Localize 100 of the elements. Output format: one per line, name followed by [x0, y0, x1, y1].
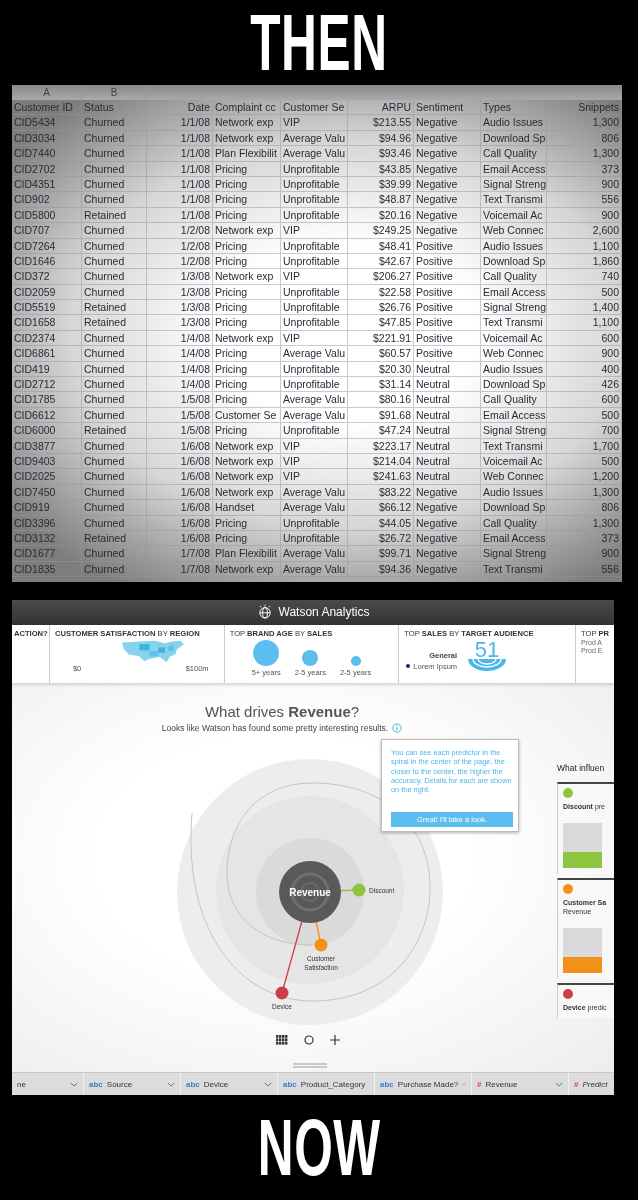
column-tab[interactable]: abc Purchase Made?	[375, 1073, 472, 1095]
column-tab[interactable]: # Revenue	[472, 1073, 569, 1095]
column-name: Predict	[582, 1079, 609, 1089]
table-cell: Neutral	[414, 392, 481, 407]
table-cell: Neutral	[414, 407, 481, 423]
table-cell: VIP	[281, 330, 348, 346]
table-cell: 1/6/08	[147, 438, 213, 453]
circle-icon[interactable]	[304, 1034, 314, 1045]
table-cell: Pricing	[213, 161, 281, 176]
table-cell: 900	[547, 207, 622, 223]
table-cell: 700	[547, 423, 622, 438]
table-cell: Average Valu	[281, 484, 348, 500]
drag-handle-icon[interactable]	[293, 1062, 327, 1068]
table-cell: Churned	[82, 500, 147, 515]
table-cell: CID372	[12, 269, 82, 284]
predictor-node[interactable]	[314, 938, 328, 952]
table-cell: 1/3/08	[147, 300, 213, 315]
table-cell: CID6000	[12, 423, 82, 438]
table-cell: 1/2/08	[147, 238, 213, 253]
table-cell: Churned	[82, 438, 147, 453]
column-tab[interactable]: abc Device	[181, 1073, 278, 1095]
table-cell: Text Transmi	[481, 192, 547, 207]
table-cell: Churned	[82, 115, 147, 130]
table-cell: CID707	[12, 223, 82, 238]
table-cell: Download Sp	[481, 500, 547, 515]
table-cell: 426	[547, 377, 622, 392]
caret-icon[interactable]	[264, 1081, 272, 1087]
caret-icon[interactable]	[555, 1081, 563, 1087]
table-cell: 900	[547, 176, 622, 192]
table-cell: Churned	[82, 269, 147, 284]
table-cell: Retained	[82, 300, 147, 315]
table-cell: VIP	[281, 269, 348, 284]
table-cell: CID2702	[12, 161, 82, 176]
table-cell: Pricing	[213, 176, 281, 192]
table-cell: Negative	[414, 115, 481, 130]
caret-icon[interactable]	[167, 1081, 175, 1087]
table-cell: Positive	[414, 253, 481, 269]
table-cell: CID6861	[12, 346, 82, 361]
table-cell: Churned	[82, 130, 147, 146]
table-cell: Network exp	[213, 454, 281, 469]
table-cell: $60.57	[348, 346, 414, 361]
table-cell: Unprofitable	[281, 207, 348, 223]
table-cell: Negative	[414, 130, 481, 146]
table-cell: Churned	[82, 392, 147, 407]
table-cell: 1,300	[547, 146, 622, 161]
table-cell: Web Connec	[481, 223, 547, 238]
table-cell: Negative	[414, 176, 481, 192]
table-cell: 1/3/08	[147, 269, 213, 284]
table-cell: CID1677	[12, 546, 82, 561]
table-cell: Neutral	[414, 438, 481, 453]
table-cell: Retained	[82, 207, 147, 223]
table-cell: $20.16	[348, 207, 414, 223]
table-cell: Call Quality	[481, 146, 547, 161]
info-icon[interactable]	[392, 722, 403, 733]
grid-icon[interactable]	[276, 1034, 288, 1045]
table-cell: Network exp	[213, 438, 281, 453]
table-cell: Unprofitable	[281, 161, 348, 176]
column-tab[interactable]: abc Product_Category	[278, 1073, 375, 1095]
table-cell: Plan Flexibilit	[213, 146, 281, 161]
table-cell: Churned	[82, 176, 147, 192]
table-cell: Average Valu	[281, 130, 348, 146]
predictor-node[interactable]	[275, 986, 289, 1000]
table-cell: 1/1/08	[147, 146, 213, 161]
table-cell: Pricing	[213, 207, 281, 223]
table-cell: Email Access	[481, 530, 547, 546]
column-tab[interactable]: abc Source	[84, 1073, 181, 1095]
table-cell: 740	[547, 269, 622, 284]
predictor-node[interactable]	[352, 883, 366, 897]
add-icon[interactable]	[330, 1034, 340, 1045]
table-cell: VIP	[281, 223, 348, 238]
table-cell: $94.96	[348, 130, 414, 146]
column-tab[interactable]: # Predict	[569, 1073, 614, 1095]
table-cell: Audio Issues	[481, 484, 547, 500]
table-cell: 1/5/08	[147, 423, 213, 438]
table-cell: Positive	[414, 315, 481, 330]
table-cell: Average Valu	[281, 146, 348, 161]
table-cell: 1/1/08	[147, 207, 213, 223]
caret-icon[interactable]	[70, 1081, 78, 1087]
table-cell: 1/6/08	[147, 469, 213, 484]
then-caption: THEN	[250, 10, 388, 75]
table-cell: VIP	[281, 454, 348, 469]
center-node[interactable]	[279, 860, 341, 923]
table-cell: 1/6/08	[147, 454, 213, 469]
table-cell: Negative	[414, 207, 481, 223]
type-label: #	[574, 1079, 579, 1089]
table-cell: $22.58	[348, 284, 414, 300]
table-cell: Web Connec	[481, 469, 547, 484]
table-cell: Churned	[82, 469, 147, 484]
table-cell: Retained	[82, 423, 147, 438]
column-tab[interactable]: ne	[12, 1073, 84, 1095]
column-header: Complaint cc	[213, 100, 281, 115]
table-cell: 1/5/08	[147, 407, 213, 423]
table-cell: 1/6/08	[147, 515, 213, 530]
table-cell: VIP	[281, 438, 348, 453]
table-cell: Unprofitable	[281, 253, 348, 269]
table-cell: Neutral	[414, 469, 481, 484]
table-cell: Churned	[82, 407, 147, 423]
bubble-icon	[350, 655, 361, 666]
table-cell: Positive	[414, 269, 481, 284]
table-cell: Churned	[82, 484, 147, 500]
